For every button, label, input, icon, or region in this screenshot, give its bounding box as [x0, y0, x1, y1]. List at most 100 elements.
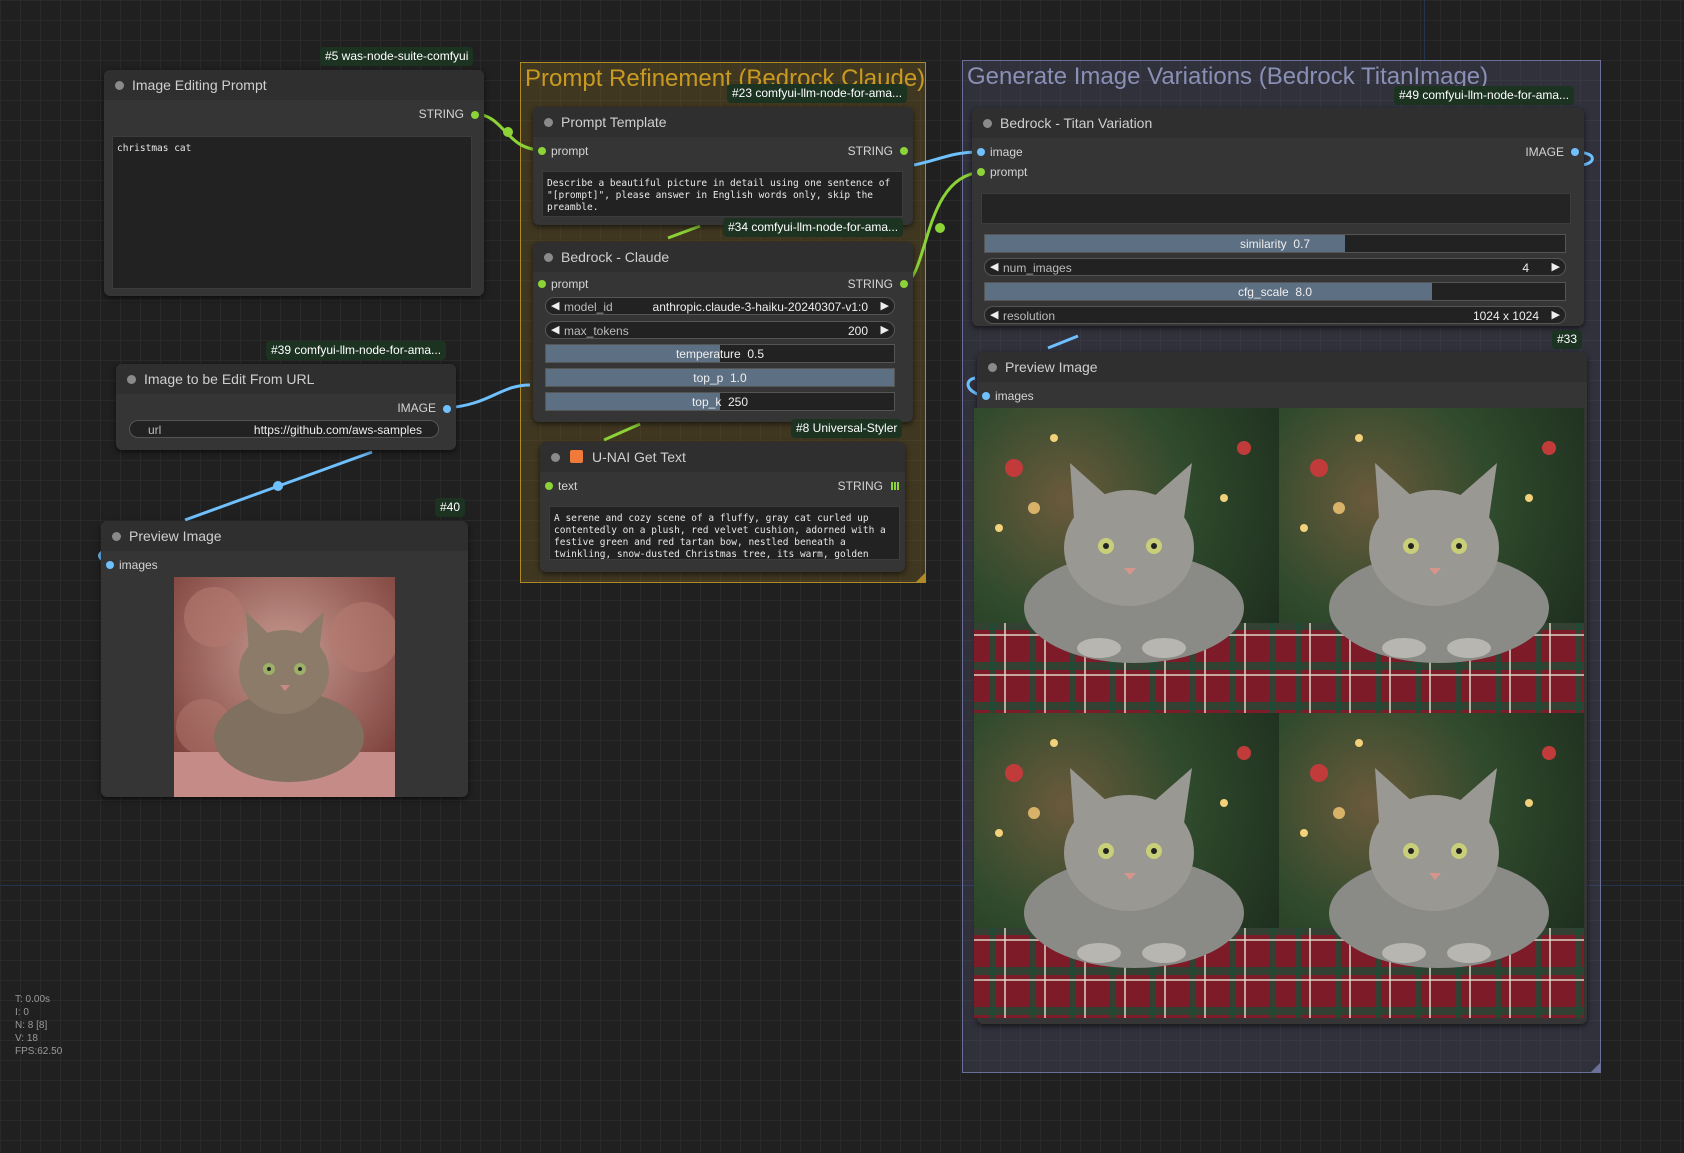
slider-text: temperature 0.5: [546, 347, 894, 361]
prompt-textarea[interactable]: [981, 193, 1571, 224]
perf-stats: T: 0.00s I: 0 N: 8 [8] V: 18 FPS:62.50: [15, 993, 62, 1058]
node-preview-image-33[interactable]: Preview Image images: [974, 352, 1587, 1024]
output-textarea[interactable]: A serene and cozy scene of a fluffy, gra…: [549, 506, 900, 560]
slider-label: cfg_scale: [1237, 285, 1289, 299]
node-badge: #49 comfyui-llm-node-for-ama...: [1394, 86, 1575, 105]
prompt-textarea[interactable]: christmas cat: [112, 136, 472, 289]
node-header[interactable]: Image Editing Prompt: [104, 70, 484, 100]
input-slot-prompt[interactable]: [538, 280, 546, 288]
input-slot-label: prompt: [990, 165, 1028, 179]
slider-value: 0.7: [1293, 237, 1311, 251]
input-slot-label: prompt: [551, 144, 589, 158]
node-header[interactable]: Preview Image: [977, 352, 1587, 382]
widget-label: model_id: [564, 300, 613, 314]
input-slot-prompt[interactable]: [538, 147, 546, 155]
stat-i: I: 0: [15, 1007, 29, 1018]
num-images-number[interactable]: ◀ num_images 4 ▶: [984, 258, 1566, 276]
output-slot-label: IMAGE: [1525, 145, 1564, 159]
node-titan-variation[interactable]: Bedrock - Titan Variation image prompt I…: [972, 108, 1584, 326]
input-slot-label: prompt: [551, 277, 589, 291]
group-resize-handle[interactable]: [916, 573, 925, 582]
output-slot-label: STRING: [847, 277, 893, 291]
node-badge: #39 comfyui-llm-node-for-ama...: [266, 341, 447, 360]
variation-images-grid[interactable]: [974, 408, 1584, 1018]
node-title: Image Editing Prompt: [132, 77, 267, 93]
similarity-slider[interactable]: similarity 0.7: [984, 234, 1566, 253]
canvas-axis-vertical: [1424, 0, 1425, 60]
node-preview-image-40[interactable]: Preview Image images: [101, 521, 468, 797]
arrow-left-icon[interactable]: ◀: [551, 323, 559, 336]
arrow-right-icon[interactable]: ▶: [1552, 260, 1560, 273]
cat-variations-icon: [974, 408, 1584, 1018]
template-textarea[interactable]: Describe a beautiful picture in detail u…: [542, 171, 903, 217]
top-p-slider[interactable]: top_p 1.0: [545, 368, 895, 387]
stat-nodes: N: 8 [8]: [15, 1020, 48, 1031]
collapse-toggle[interactable]: [112, 532, 121, 541]
node-header[interactable]: Bedrock - Titan Variation: [972, 108, 1584, 138]
stat-v: V: 18: [15, 1033, 38, 1044]
output-slot-image[interactable]: [1571, 148, 1579, 156]
node-title: Preview Image: [129, 528, 222, 544]
input-slot-label: image: [990, 145, 1023, 159]
resolution-combo[interactable]: ◀ resolution 1024 x 1024 ▶: [984, 306, 1566, 324]
input-slot-label: images: [995, 389, 1034, 403]
max-tokens-number[interactable]: ◀ max_tokens 200 ▶: [545, 321, 895, 339]
node-bedrock-claude[interactable]: Bedrock - Claude prompt STRING ◀ model_i…: [533, 242, 913, 422]
arrow-right-icon[interactable]: ▶: [881, 299, 889, 312]
cfg-scale-slider[interactable]: cfg_scale 8.0: [984, 282, 1566, 301]
model-id-combo[interactable]: ◀ model_id anthropic.claude-3-haiku-2024…: [545, 297, 895, 315]
output-slot-string[interactable]: [900, 280, 908, 288]
slider-text: top_p 1.0: [546, 371, 894, 385]
arrow-left-icon[interactable]: ◀: [551, 299, 559, 312]
collapse-toggle[interactable]: [115, 81, 124, 90]
arrow-right-icon[interactable]: ▶: [881, 323, 889, 336]
collapse-toggle[interactable]: [988, 363, 997, 372]
input-slot-prompt[interactable]: [977, 168, 985, 176]
wire-midpoint: [935, 223, 945, 233]
preview-image-cat[interactable]: [174, 577, 395, 797]
slider-value: 1.0: [730, 371, 747, 385]
input-slot-images[interactable]: [106, 561, 114, 569]
collapse-toggle[interactable]: [983, 119, 992, 128]
temperature-slider[interactable]: temperature 0.5: [545, 344, 895, 363]
cat-photo-icon: [174, 577, 395, 797]
url-input[interactable]: url https://github.com/aws-samples: [129, 420, 439, 438]
node-header[interactable]: Preview Image: [101, 521, 468, 551]
node-title: Prompt Template: [561, 114, 667, 130]
output-slot-string[interactable]: [471, 111, 479, 119]
wire-midpoint: [503, 127, 513, 137]
output-slot-string[interactable]: [900, 147, 908, 155]
node-header[interactable]: U-NAI Get Text: [540, 442, 905, 472]
input-slot-text[interactable]: [545, 482, 553, 490]
output-slot-image[interactable]: [443, 405, 451, 413]
collapse-toggle[interactable]: [544, 253, 553, 262]
stat-fps: FPS:62.50: [15, 1046, 63, 1057]
node-badge: #33: [1552, 330, 1583, 349]
slider-text: similarity 0.7: [985, 237, 1565, 251]
widget-value: https://github.com/aws-samples: [253, 423, 422, 437]
input-slot-images[interactable]: [982, 392, 990, 400]
top-k-slider[interactable]: top_k 250: [545, 392, 895, 411]
wire-url-to-titan: [445, 383, 531, 410]
collapse-toggle[interactable]: [544, 118, 553, 127]
arrow-left-icon[interactable]: ◀: [990, 260, 998, 273]
node-header[interactable]: Prompt Template: [533, 107, 913, 137]
group-resize-handle[interactable]: [1591, 1063, 1600, 1072]
input-slot-image[interactable]: [977, 148, 985, 156]
widget-label: max_tokens: [564, 324, 629, 338]
node-image-from-url[interactable]: Image to be Edit From URL IMAGE url http…: [116, 364, 456, 450]
arrow-right-icon[interactable]: ▶: [1552, 308, 1560, 321]
output-slot-grid-icon[interactable]: [891, 482, 899, 490]
collapse-toggle[interactable]: [127, 375, 136, 384]
node-header[interactable]: Image to be Edit From URL: [116, 364, 456, 394]
node-unai-get-text[interactable]: U-NAI Get Text text STRING A serene and …: [540, 442, 905, 572]
node-title: U-NAI Get Text: [592, 449, 686, 465]
widget-value: 4: [1522, 261, 1529, 275]
collapse-toggle[interactable]: [551, 453, 560, 462]
node-image-editing-prompt[interactable]: Image Editing Prompt STRING christmas ca…: [104, 70, 484, 296]
arrow-left-icon[interactable]: ◀: [990, 308, 998, 321]
widget-value: 200: [847, 324, 868, 338]
node-prompt-template[interactable]: Prompt Template prompt STRING Describe a…: [533, 107, 913, 225]
node-header[interactable]: Bedrock - Claude: [533, 242, 913, 272]
node-title: Preview Image: [1005, 359, 1098, 375]
